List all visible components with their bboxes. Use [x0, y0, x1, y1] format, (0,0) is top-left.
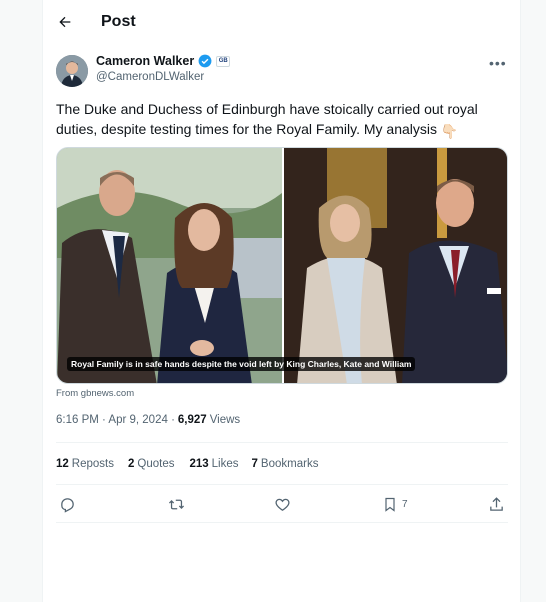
likes-stat[interactable]: 213 Likes: [189, 458, 238, 470]
like-icon: [275, 498, 290, 511]
affiliate-badge[interactable]: GB: [216, 55, 231, 67]
bookmark-count: 7: [402, 498, 408, 510]
post-meta: 6:16 PM · Apr 9, 2024 · 6,927 Views: [56, 414, 240, 426]
author-handle[interactable]: @CameronDLWalker: [96, 71, 204, 83]
repost-icon: [168, 499, 185, 509]
post-stats: 12 Reposts 2 Quotes 213 Likes 7 Bookmarks: [56, 458, 318, 470]
post-text: The Duke and Duchess of Edinburgh have s…: [56, 99, 508, 141]
divider: [56, 484, 508, 485]
bookmarks-stat[interactable]: 7 Bookmarks: [252, 458, 319, 470]
views-label: Views: [209, 414, 241, 426]
avatar[interactable]: [56, 55, 88, 87]
media-caption: Royal Family is in safe hands despite th…: [67, 357, 416, 371]
more-button[interactable]: •••: [489, 55, 507, 71]
share-button[interactable]: [488, 494, 505, 514]
pointing-down-emoji: 👇🏻: [440, 123, 459, 139]
share-icon: [490, 496, 503, 511]
reply-button[interactable]: [59, 494, 76, 514]
reply-icon: [61, 497, 74, 513]
repost-button[interactable]: [167, 494, 186, 514]
reposts-stat[interactable]: 12 Reposts: [56, 458, 114, 470]
back-arrow-icon: [59, 16, 71, 28]
bookmark-icon: [385, 497, 395, 512]
link-source[interactable]: From gbnews.com: [56, 388, 134, 399]
post-column: Post Cameron Walker GB @CameronDLWalker …: [42, 0, 521, 602]
quotes-stat[interactable]: 2 Quotes: [128, 458, 174, 470]
page-title: Post: [101, 13, 136, 30]
post-timestamp[interactable]: 6:16 PM · Apr 9, 2024 ·: [56, 414, 175, 426]
post-media[interactable]: Royal Family is in safe hands despite th…: [56, 147, 508, 384]
like-button[interactable]: [274, 494, 291, 514]
divider: [56, 442, 508, 443]
divider: [56, 522, 508, 523]
back-button[interactable]: [53, 10, 77, 34]
bookmark-button[interactable]: 7: [382, 494, 408, 514]
author-name-row: Cameron Walker GB: [96, 54, 231, 68]
more-icon: •••: [489, 55, 507, 71]
verified-icon: [198, 54, 212, 68]
views-count: 6,927: [177, 414, 207, 426]
action-bar: 7: [56, 494, 508, 514]
author-display-name[interactable]: Cameron Walker: [96, 54, 194, 68]
post-body: The Duke and Duchess of Edinburgh have s…: [56, 101, 478, 137]
post-header: Post: [43, 0, 520, 46]
media-image: [57, 148, 507, 383]
